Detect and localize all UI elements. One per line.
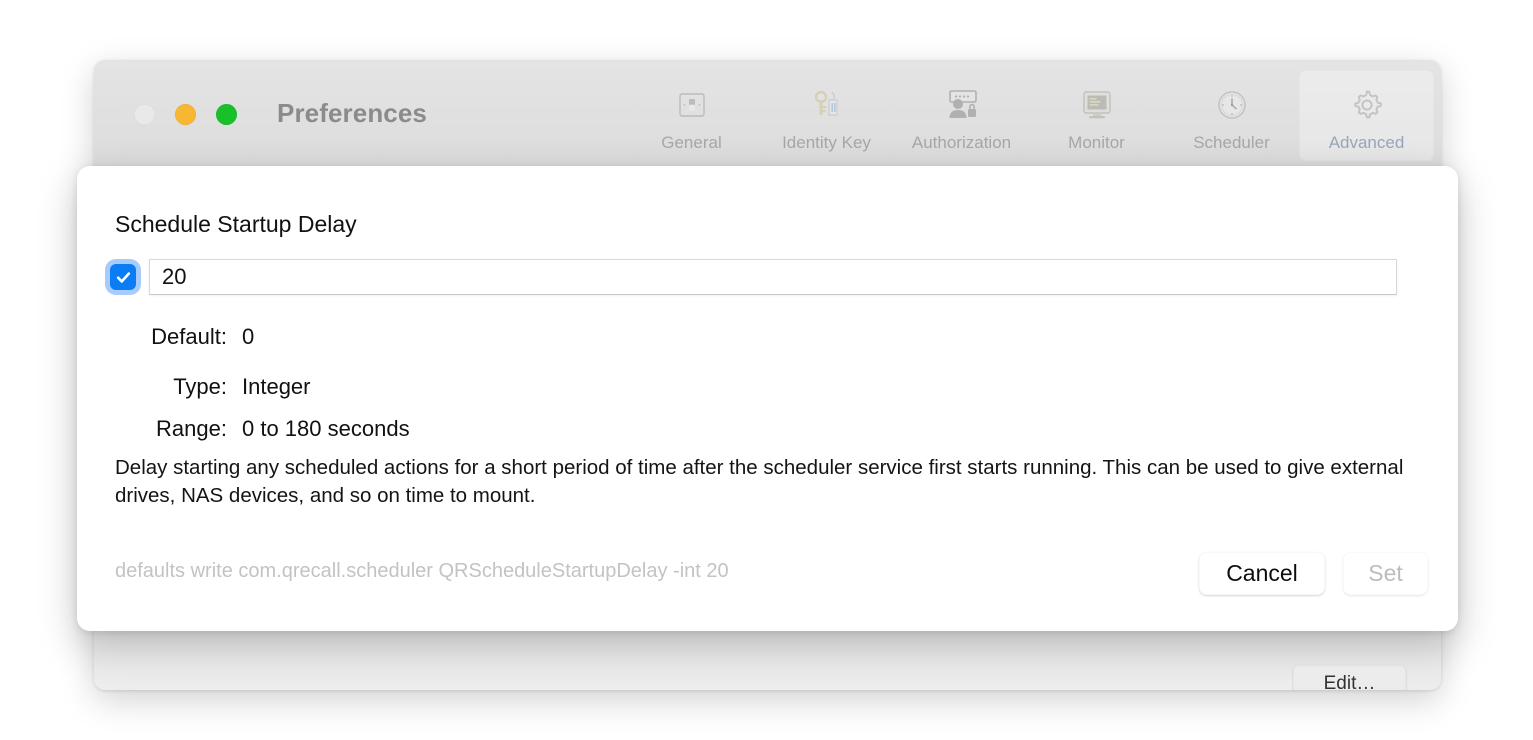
tab-scheduler-label: Scheduler	[1193, 133, 1270, 152]
tab-identity-key-label: Identity Key	[782, 133, 871, 152]
maximize-button-icon[interactable]	[216, 104, 237, 125]
window-title: Preferences	[277, 98, 427, 128]
tab-general-label: General	[661, 133, 722, 152]
clock-icon	[1209, 84, 1255, 126]
tab-authorization-label: Authorization	[911, 133, 1012, 152]
tab-identity-key[interactable]: Identity Key	[759, 70, 894, 161]
tab-authorization[interactable]: Authorization	[894, 70, 1029, 161]
key-tag-icon	[804, 84, 850, 126]
value-row	[110, 259, 1397, 295]
meta-label-type: Type:	[173, 374, 227, 399]
schedule-startup-delay-sheet: Schedule Startup Delay Default: 0 Type: …	[77, 166, 1458, 631]
meta-row-default: Default: 0	[115, 324, 254, 350]
meta-label-range: Range:	[156, 416, 227, 441]
set-button[interactable]: Set	[1343, 552, 1428, 595]
meta-value-type: Integer	[242, 374, 311, 399]
tab-scheduler[interactable]: Scheduler	[1164, 70, 1299, 161]
minimize-button-icon[interactable]	[175, 104, 196, 125]
tab-monitor-label: Monitor	[1068, 133, 1125, 152]
monitor-icon	[1074, 84, 1120, 126]
sheet-title: Schedule Startup Delay	[115, 211, 357, 237]
enable-override-checkbox[interactable]	[110, 264, 136, 290]
delay-value-input[interactable]	[149, 259, 1397, 295]
user-lock-icon	[939, 84, 985, 126]
close-button-icon[interactable]	[134, 104, 155, 125]
general-switch-icon	[669, 84, 715, 126]
sheet-button-group: Cancel Set	[1199, 552, 1428, 595]
checkmark-icon	[116, 271, 130, 283]
preferences-toolbar: General Identity Key Authorization Monit…	[624, 70, 1434, 161]
tab-general[interactable]: General	[624, 70, 759, 161]
meta-label-default: Default:	[151, 324, 227, 349]
tab-advanced[interactable]: Advanced	[1299, 70, 1434, 161]
meta-row-range: Range: 0 to 180 seconds	[115, 416, 410, 442]
cancel-button[interactable]: Cancel	[1199, 552, 1325, 595]
setting-description: Delay starting any scheduled actions for…	[115, 456, 1404, 508]
edit-button[interactable]: Edit…	[1293, 665, 1406, 690]
defaults-command-text: defaults write com.qrecall.scheduler QRS…	[115, 560, 729, 582]
gear-icon	[1344, 84, 1390, 126]
meta-row-type: Type: Integer	[115, 374, 311, 400]
meta-value-default: 0	[242, 324, 255, 349]
traffic-light-group	[134, 104, 237, 125]
window-titlebar: Preferences General Identity Key Authori…	[94, 60, 1441, 173]
tab-monitor[interactable]: Monitor	[1029, 70, 1164, 161]
tab-advanced-label: Advanced	[1328, 133, 1405, 152]
meta-value-range: 0 to 180 seconds	[242, 416, 410, 441]
